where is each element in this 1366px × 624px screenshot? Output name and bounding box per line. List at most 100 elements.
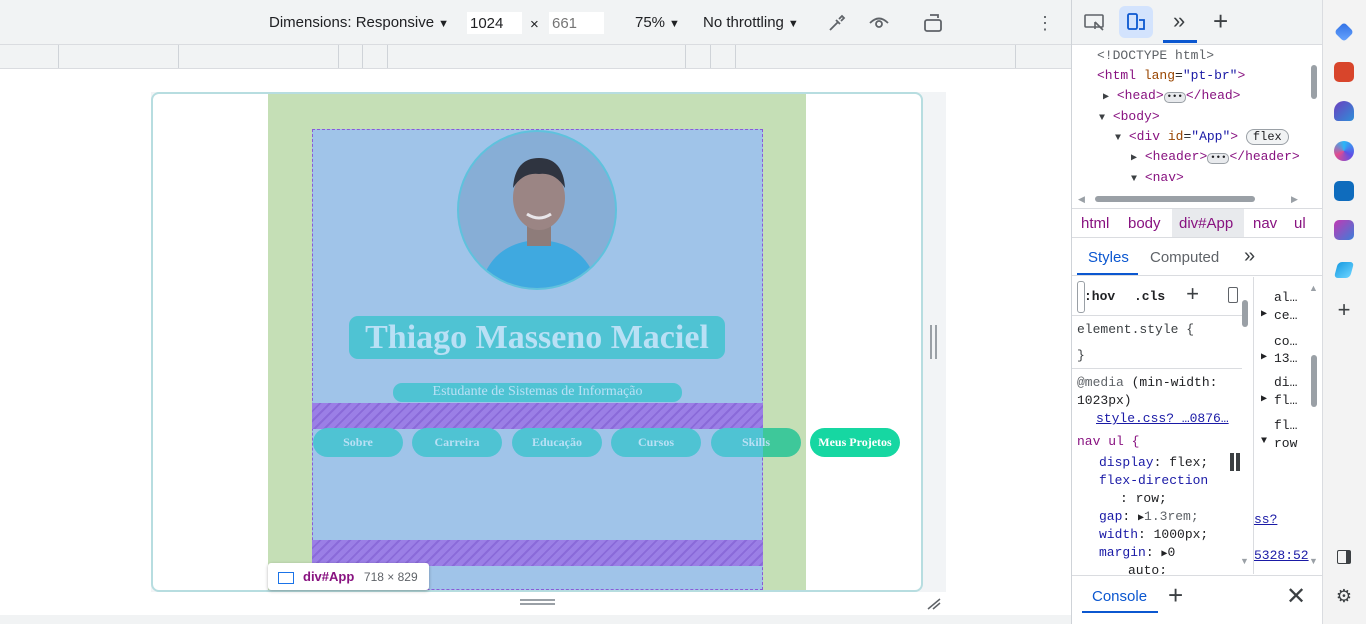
resize-corner-icon[interactable] [926,596,942,610]
toggle-sidebar-icon[interactable] [1228,287,1238,303]
head-tag: <head> [1116,88,1164,103]
toolbox-icon[interactable] [1334,62,1354,82]
more-tabs-icon[interactable]: » [1173,8,1185,34]
computed-side-pane: al… ▶ ce… co… ▶ 13… di… ▶ fl… fl… ▼ row … [1253,277,1322,574]
collapse-arrow-icon[interactable]: ▼ [1099,113,1105,124]
add-sidebar-app-icon[interactable]: + [1334,299,1354,321]
dimensions-dropdown[interactable]: Dimensions: Responsive ▼ [269,14,449,31]
sidebar-toggle-icon[interactable] [1337,550,1351,564]
side-prop-2[interactable]: co… [1274,334,1297,349]
add-drawer-tab-icon[interactable]: + [1168,580,1183,611]
designer-icon[interactable] [1334,220,1354,240]
expand-arrow-icon[interactable]: ▶ [1261,393,1267,405]
resize-handle-right[interactable] [930,325,938,359]
scroll-thumb[interactable] [1095,196,1255,202]
device-toggle-button[interactable] [1119,6,1153,38]
resize-handle-bottom[interactable] [520,599,555,605]
side-val-2: 13… [1274,351,1298,366]
new-rule-icon[interactable]: + [1186,283,1199,308]
games-icon[interactable] [1334,101,1354,121]
settings-gear-icon[interactable]: ⚙ [1334,586,1354,606]
tab-console[interactable]: Console [1092,588,1147,605]
dom-horizontal-scrollbar[interactable]: ◀ ▶ [1078,194,1303,204]
collapse-arrow-icon[interactable]: ▼ [1115,133,1121,144]
throttling-dropdown[interactable]: No throttling ▼ [703,14,799,31]
side-scrollbar[interactable] [1311,355,1317,407]
collapse-arrow-icon[interactable]: ▼ [1261,436,1267,447]
nav-link-educacao[interactable]: Educação [512,428,602,457]
crumb-nav[interactable]: nav [1253,215,1277,232]
crumb-body[interactable]: body [1128,215,1161,232]
source-link[interactable]: style.css?_…0876… [1096,411,1229,426]
nav-link-cursos[interactable]: Cursos [611,428,701,457]
outlook-icon[interactable] [1334,181,1354,201]
side-prop-1[interactable]: al… [1274,290,1297,305]
tab-computed[interactable]: Computed [1150,249,1219,266]
nav-link-carreira[interactable]: Carreira [412,428,502,457]
scroll-down-icon[interactable]: ▼ [1240,556,1249,566]
eyedropper-icon[interactable] [826,12,848,34]
crumb-div-app[interactable]: div#App [1179,215,1233,232]
decl-width[interactable]: width: 1000px; [1099,527,1208,542]
decl-gap[interactable]: gap: ▶1.3rem; [1099,509,1199,524]
dom-body[interactable]: ▼ <body> [1099,109,1160,124]
flexbox-editor-icon[interactable] [1230,453,1242,471]
nav-link-sobre[interactable]: Sobre [313,428,403,457]
ellipsis-icon[interactable]: ••• [1207,153,1230,164]
dom-scrollbar[interactable] [1311,65,1317,99]
scroll-right-icon[interactable]: ▶ [1291,194,1298,205]
decl-margin[interactable]: margin: ▶0 [1099,545,1175,560]
expand-arrow-icon[interactable]: ▶ [1261,351,1267,363]
element-style-rule[interactable]: element.style { [1077,322,1194,337]
collapse-arrow-icon[interactable]: ▼ [1131,174,1137,185]
expand-arrow-icon[interactable]: ▶ [1261,308,1267,320]
cls-button[interactable]: .cls [1134,289,1165,304]
media-condition-2: 1023px) [1077,393,1132,408]
decl-flex-direction-value: : row; [1120,491,1167,506]
rule-selector[interactable]: nav ul { [1077,434,1139,449]
scroll-left-icon[interactable]: ◀ [1078,194,1085,205]
scroll-down-icon[interactable]: ▼ [1309,556,1318,566]
height-input[interactable] [549,12,604,34]
expand-arrow-icon[interactable]: ▶ [1131,153,1137,164]
vision-deficiency-icon[interactable] [868,12,890,34]
dom-header[interactable]: ▶ <header> ••• </header> [1131,149,1300,164]
dom-head[interactable]: ▶ <head> ••• </head> [1103,88,1240,103]
nav-link-meus-projetos[interactable]: Meus Projetos [810,428,900,457]
styles-pane: :hov .cls + element.style { } @media (mi… [1072,277,1242,574]
rotate-icon[interactable] [922,12,946,34]
tab-styles[interactable]: Styles [1088,249,1129,266]
styles-scrollbar[interactable] [1242,300,1248,327]
inspect-element-icon[interactable] [1084,13,1106,33]
dom-doctype: <!DOCTYPE html> [1097,48,1215,63]
active-tab-indicator [1082,611,1158,613]
hov-button[interactable]: :hov [1084,289,1115,304]
close-drawer-icon[interactable]: ✕ [1286,582,1306,611]
dimensions-label: Dimensions: Responsive [269,14,435,31]
zoom-dropdown[interactable]: 75% ▼ [635,14,680,31]
more-options-icon[interactable]: ⋮ [1036,12,1054,34]
crumb-html[interactable]: html [1081,215,1109,232]
dom-nav[interactable]: ▼ <nav> [1131,170,1184,185]
decl-display[interactable]: display: flex; [1099,455,1208,470]
decl-flex-direction[interactable]: flex-direction [1099,473,1208,488]
copilot-icon[interactable] [1334,141,1354,161]
scroll-up-icon[interactable]: ▲ [1309,283,1318,293]
side-prop-3[interactable]: di… [1274,375,1297,390]
flex-badge[interactable]: flex [1245,129,1289,145]
profile-photo [457,130,617,290]
drawer-tabbar: Console + ✕ [1072,575,1322,624]
expand-arrow-icon[interactable]: ▶ [1103,92,1109,103]
dom-div-app[interactable]: ▼ <div id="App"> flex [1115,129,1289,145]
side-source-link[interactable]: 5328:52 [1254,548,1309,563]
side-source-link[interactable]: ss? [1254,512,1277,527]
side-prop-4[interactable]: fl… [1274,418,1297,433]
person-image [480,158,598,288]
more-tabs-icon[interactable]: » [1244,245,1255,268]
add-tab-icon[interactable]: + [1213,6,1228,37]
ellipsis-icon[interactable]: ••• [1163,92,1186,103]
width-input[interactable] [467,12,522,34]
crumb-ul[interactable]: ul [1294,215,1306,232]
nav-link-skills[interactable]: Skills [711,428,801,457]
dom-html[interactable]: <html lang="pt-br"> [1097,68,1245,83]
